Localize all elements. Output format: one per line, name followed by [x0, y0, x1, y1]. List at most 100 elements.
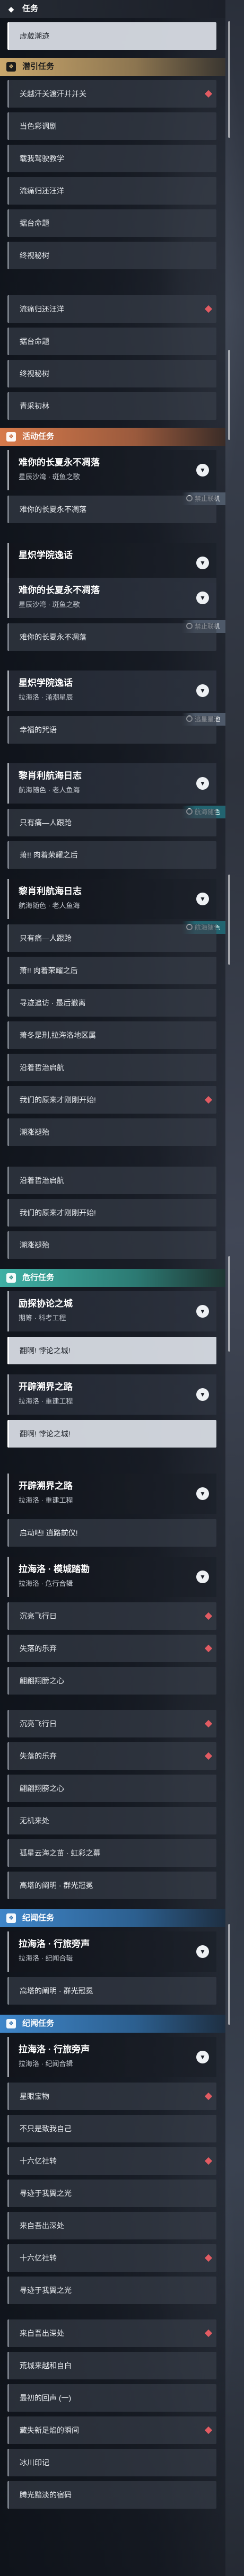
- quest-step-item[interactable]: 来自吾出深处: [7, 2212, 216, 2239]
- quest-step-item[interactable]: 沉亮飞行日: [7, 1710, 216, 1737]
- quest-step-item[interactable]: 流痛归还汪洋: [7, 177, 216, 205]
- quest-step-label: 青采初林: [20, 402, 49, 410]
- section-header-guide[interactable]: ❖ 潜引任务: [0, 58, 225, 76]
- quest-step-item[interactable]: 幸福的咒语: [7, 716, 216, 744]
- quest-step-item[interactable]: 只有痛—人跟跄: [7, 924, 216, 952]
- quest-step-item[interactable]: 萧!! 肉着荣耀之后: [7, 841, 216, 869]
- chevron-down-icon[interactable]: ▼: [196, 592, 209, 604]
- quest-step-item[interactable]: 无机来处: [7, 1807, 216, 1834]
- quest-header[interactable]: 拉海洛 · 模城踏勘 拉海洛 · 危行合辑 ▼: [7, 1557, 216, 1597]
- quest-step-item[interactable]: 翩翩翔膀之心: [7, 1775, 216, 1802]
- chevron-down-icon[interactable]: ▼: [196, 1571, 209, 1583]
- quest-step-item[interactable]: 流痛归还汪洋: [7, 295, 216, 323]
- quest-header[interactable]: 难你的长夏永不凋落 星辰沙湾 · 斑鱼之歌 ▼: [7, 450, 216, 490]
- quest-step-item[interactable]: 高塔的阐明 · 群光冠冕: [7, 1872, 216, 1899]
- quest-step-item[interactable]: 我们的原来才刚刚开始!: [7, 1199, 216, 1227]
- chevron-down-icon[interactable]: ▼: [196, 557, 209, 569]
- chevron-down-icon[interactable]: ▼: [196, 464, 209, 477]
- quest-header[interactable]: 星炽学院逸话 ▼: [7, 543, 216, 583]
- section-header-event[interactable]: ❖ 活动任务: [0, 428, 225, 446]
- quest-step-item[interactable]: 沿着哲治启航: [7, 1054, 216, 1081]
- quest-step-item[interactable]: 萧!! 肉着荣耀之后: [7, 957, 216, 984]
- quest-step-item[interactable]: 翻啊! 悖论之城!: [7, 1337, 216, 1364]
- quest-step-item[interactable]: 翩翩翔膀之心: [7, 1667, 216, 1695]
- scrollbar-thumb[interactable]: [228, 1256, 230, 1352]
- quest-step-item[interactable]: 虚葳潮迹: [7, 22, 216, 50]
- section-header-trace2[interactable]: ❖ 纪闻任务: [0, 2015, 225, 2033]
- quest-step-item[interactable]: 星眼宝物: [7, 2083, 216, 2110]
- quest-step-label: 流痛归还汪洋: [20, 187, 64, 195]
- chevron-down-icon[interactable]: ▼: [196, 1305, 209, 1318]
- quest-step-label: 来自吾出深处: [20, 2329, 64, 2337]
- quest-header[interactable]: 黎肖利航海日志 航海随色 · 老人鱼海 ▼: [7, 879, 216, 919]
- scrollbar-thumb[interactable]: [228, 350, 230, 440]
- quest-step-item[interactable]: 荒城来越和自白: [7, 2352, 216, 2379]
- quest-step-label: 流痛归还汪洋: [20, 305, 64, 313]
- quest-header[interactable]: 拉海洛 · 行旅旁声 拉海洛 · 纪闻合辑 ▼: [7, 1931, 216, 1972]
- tracking-marker-icon: [204, 1719, 213, 1728]
- quest-header[interactable]: 励探协论之城 期筹 · 科考工程 ▼: [7, 1291, 216, 1331]
- quest-header[interactable]: 星炽学院逸话 拉海洛 · 涌潮星辰 ▼: [7, 671, 216, 711]
- quest-step-item[interactable]: 终视秘树: [7, 360, 216, 387]
- quest-step-item[interactable]: 孤星云海之苗 · 虹彩之幕: [7, 1839, 216, 1867]
- quest-step-item[interactable]: 终视秘树: [7, 242, 216, 269]
- quest-step-item[interactable]: 关越汗关渡汗并并关: [7, 80, 216, 108]
- chevron-down-icon[interactable]: ▼: [196, 777, 209, 790]
- section-header-trace1[interactable]: ❖ 纪闻任务: [0, 1909, 225, 1927]
- chevron-down-icon[interactable]: ▼: [196, 1945, 209, 1958]
- quest-step-item[interactable]: 藏失新足焰的瞬间: [7, 2416, 216, 2444]
- quest-title: 开辟溯界之路: [19, 1481, 73, 1491]
- chevron-down-icon[interactable]: ▼: [196, 1487, 209, 1500]
- quest-header[interactable]: 拉海洛 · 行旅旁声 拉海洛 · 纪闻合辑 ▼: [7, 2037, 216, 2077]
- quest-step-label: 载我驾驶教学: [20, 154, 64, 163]
- quest-header[interactable]: 难你的长夏永不凋落 星辰沙湾 · 斑鱼之歌 ▼: [7, 578, 216, 618]
- quest-step-item[interactable]: 当色彩调剧: [7, 112, 216, 140]
- quest-list-panel[interactable]: ◆ 任务 虚葳潮迹 ❖ 潜引任务 关越汗关渡汗并并关 当色彩调剧 载我驾驶教学 流痛归还汪洋 据台…: [0, 0, 225, 2576]
- quest-step-label: 只有痛—人跟跄: [20, 818, 72, 827]
- quest-step-item[interactable]: 最初的回声 (一): [7, 2384, 216, 2412]
- section-header-danger[interactable]: ❖ 危行任务: [0, 1269, 225, 1287]
- quest-step-label: 据台命题: [20, 219, 49, 227]
- quest-step-item[interactable]: 沿着哲治启航: [7, 1167, 216, 1194]
- quest-header[interactable]: 黎肖利航海日志 航海随色 · 老人鱼海 ▼: [7, 763, 216, 804]
- scrollbar-thumb[interactable]: [228, 21, 230, 138]
- scrollbar-thumb[interactable]: [228, 1924, 230, 2025]
- quest-step-item[interactable]: 寻迹追访 · 最后撤离: [7, 989, 216, 1017]
- quest-step-item[interactable]: 只有痛—人跟跄: [7, 809, 216, 836]
- scrollbar-thumb[interactable]: [228, 875, 230, 965]
- quest-step-label: 寻迹于我翼之光: [20, 2286, 72, 2295]
- quest-step-item[interactable]: 翻啊! 悖论之城!: [7, 1420, 216, 1448]
- quest-step-item[interactable]: 沉亮飞行日: [7, 1602, 216, 1630]
- quest-step-item[interactable]: 据台命题: [7, 209, 216, 237]
- quest-step-item[interactable]: 不只是致我自己: [7, 2115, 216, 2142]
- quest-step-label: 腾光黯淡的宿码: [20, 2491, 72, 2499]
- chevron-down-icon[interactable]: ▼: [196, 684, 209, 697]
- quest-header[interactable]: 开辟溯界之路 拉海洛 · 重建工程 ▼: [7, 1474, 216, 1514]
- quest-step-item[interactable]: 冰川印记: [7, 2449, 216, 2476]
- section-header-task[interactable]: ◆ 任务: [0, 0, 225, 18]
- quest-step-item[interactable]: 高塔的阐明 · 群光冠冕: [7, 1977, 216, 2005]
- quest-step-item[interactable]: 十六亿社转: [7, 2244, 216, 2272]
- quest-header[interactable]: 开辟溯界之路 拉海洛 · 重建工程 ▼: [7, 1374, 216, 1415]
- quest-step-item[interactable]: 据台命题: [7, 328, 216, 355]
- quest-step-item[interactable]: 潮涨褪殆: [7, 1118, 216, 1146]
- quest-step-item[interactable]: 寻迹于我翼之光: [7, 2180, 216, 2207]
- quest-step-item[interactable]: 失落的乐弃: [7, 1742, 216, 1770]
- quest-step-label: 来自吾出深处: [20, 2221, 64, 2230]
- quest-step-item[interactable]: 我们的原来才刚刚开始!: [7, 1086, 216, 1114]
- quest-step-item[interactable]: 来自吾出深处: [7, 2319, 216, 2347]
- quest-step-item[interactable]: 载我驾驶教学: [7, 145, 216, 172]
- quest-step-item[interactable]: 十六亿社转: [7, 2147, 216, 2175]
- quest-step-item[interactable]: 难你的长夏永不凋落: [7, 496, 216, 523]
- quest-step-item[interactable]: 潮涨褪殆: [7, 1231, 216, 1259]
- chevron-down-icon[interactable]: ▼: [196, 893, 209, 905]
- chevron-down-icon[interactable]: ▼: [196, 1388, 209, 1401]
- quest-step-item[interactable]: 萧冬是刑,拉海洛地区属: [7, 1021, 216, 1049]
- quest-step-item[interactable]: 青采初林: [7, 392, 216, 420]
- quest-step-item[interactable]: 失落的乐弃: [7, 1635, 216, 1662]
- quest-step-item[interactable]: 寻迹于我翼之光: [7, 2277, 216, 2304]
- chevron-down-icon[interactable]: ▼: [196, 2051, 209, 2063]
- quest-step-item[interactable]: 难你的长夏永不凋落: [7, 623, 216, 651]
- quest-step-item[interactable]: 启动吧! 逍路前仪!: [7, 1519, 216, 1547]
- quest-step-item[interactable]: 腾光黯淡的宿码: [7, 2481, 216, 2509]
